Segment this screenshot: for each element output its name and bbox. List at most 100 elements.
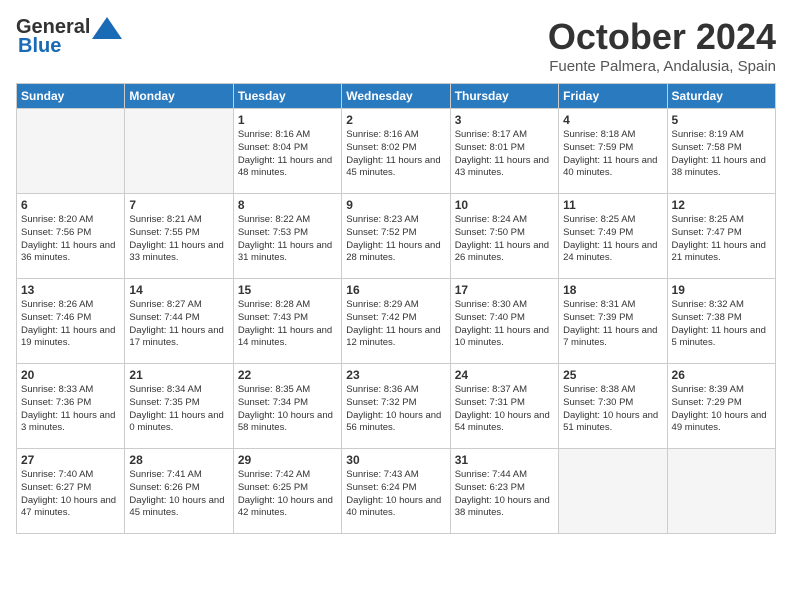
calendar-table: SundayMondayTuesdayWednesdayThursdayFrid… bbox=[16, 83, 776, 534]
day-info: Sunrise: 8:36 AM Sunset: 7:32 PM Dayligh… bbox=[346, 384, 445, 435]
day-cell: 6 Sunrise: 8:20 AM Sunset: 7:56 PM Daylig… bbox=[17, 194, 125, 279]
day-number: 12 bbox=[672, 198, 771, 212]
day-info: Sunrise: 8:16 AM Sunset: 8:02 PM Dayligh… bbox=[346, 129, 445, 180]
day-number: 15 bbox=[238, 283, 337, 297]
day-info: Sunrise: 8:31 AM Sunset: 7:39 PM Dayligh… bbox=[563, 299, 662, 350]
day-number: 17 bbox=[455, 283, 554, 297]
day-cell: 9 Sunrise: 8:23 AM Sunset: 7:52 PM Daylig… bbox=[342, 194, 450, 279]
day-info: Sunrise: 8:21 AM Sunset: 7:55 PM Dayligh… bbox=[129, 214, 228, 265]
week-row-1: 1Sunrise: 8:16 AM Sunset: 8:04 PM Daylig… bbox=[17, 109, 776, 194]
day-number: 3 bbox=[455, 113, 554, 127]
day-cell: 26 Sunrise: 8:39 AM Sunset: 7:29 PM Dayli… bbox=[667, 364, 775, 449]
day-cell: 28Sunrise: 7:41 AM Sunset: 6:26 PM Dayli… bbox=[125, 449, 233, 534]
logo-icon bbox=[92, 17, 122, 39]
day-info: Sunrise: 8:25 AM Sunset: 7:49 PM Dayligh… bbox=[563, 214, 662, 265]
day-cell: 20 Sunrise: 8:33 AM Sunset: 7:36 PM Dayli… bbox=[17, 364, 125, 449]
day-info: Sunrise: 8:30 AM Sunset: 7:40 PM Dayligh… bbox=[455, 299, 554, 350]
col-header-saturday: Saturday bbox=[667, 84, 775, 109]
day-info: Sunrise: 8:23 AM Sunset: 7:52 PM Dayligh… bbox=[346, 214, 445, 265]
day-number: 19 bbox=[672, 283, 771, 297]
day-number: 2 bbox=[346, 113, 445, 127]
day-cell: 13 Sunrise: 8:26 AM Sunset: 7:46 PM Dayli… bbox=[17, 279, 125, 364]
day-info: Sunrise: 8:25 AM Sunset: 7:47 PM Dayligh… bbox=[672, 214, 771, 265]
day-number: 18 bbox=[563, 283, 662, 297]
day-info: Sunrise: 8:39 AM Sunset: 7:29 PM Dayligh… bbox=[672, 384, 771, 435]
day-number: 30 bbox=[346, 453, 445, 467]
day-cell: 25 Sunrise: 8:38 AM Sunset: 7:30 PM Dayli… bbox=[559, 364, 667, 449]
day-cell: 2 Sunrise: 8:16 AM Sunset: 8:02 PM Daylig… bbox=[342, 109, 450, 194]
calendar-body: 1Sunrise: 8:16 AM Sunset: 8:04 PM Daylig… bbox=[17, 109, 776, 534]
day-cell: 3 Sunrise: 8:17 AM Sunset: 8:01 PM Daylig… bbox=[450, 109, 558, 194]
day-number: 24 bbox=[455, 368, 554, 382]
day-number: 10 bbox=[455, 198, 554, 212]
calendar-header: SundayMondayTuesdayWednesdayThursdayFrid… bbox=[17, 84, 776, 109]
day-info: Sunrise: 8:34 AM Sunset: 7:35 PM Dayligh… bbox=[129, 384, 228, 435]
day-info: Sunrise: 8:20 AM Sunset: 7:56 PM Dayligh… bbox=[21, 214, 120, 265]
week-row-5: 27 Sunrise: 7:40 AM Sunset: 6:27 PM Dayli… bbox=[17, 449, 776, 534]
day-info: Sunrise: 8:19 AM Sunset: 7:58 PM Dayligh… bbox=[672, 129, 771, 180]
day-cell: 31Sunrise: 7:44 AM Sunset: 6:23 PM Dayli… bbox=[450, 449, 558, 534]
day-cell: 11 Sunrise: 8:25 AM Sunset: 7:49 PM Dayli… bbox=[559, 194, 667, 279]
day-cell: 23 Sunrise: 8:36 AM Sunset: 7:32 PM Dayli… bbox=[342, 364, 450, 449]
col-header-sunday: Sunday bbox=[17, 84, 125, 109]
day-number: 25 bbox=[563, 368, 662, 382]
col-header-thursday: Thursday bbox=[450, 84, 558, 109]
day-info: Sunrise: 8:33 AM Sunset: 7:36 PM Dayligh… bbox=[21, 384, 120, 435]
day-cell: 29Sunrise: 7:42 AM Sunset: 6:25 PM Dayli… bbox=[233, 449, 341, 534]
day-info: Sunrise: 8:32 AM Sunset: 7:38 PM Dayligh… bbox=[672, 299, 771, 350]
day-cell bbox=[559, 449, 667, 534]
day-cell: 12 Sunrise: 8:25 AM Sunset: 7:47 PM Dayli… bbox=[667, 194, 775, 279]
day-cell bbox=[125, 109, 233, 194]
day-number: 9 bbox=[346, 198, 445, 212]
day-cell: 27 Sunrise: 7:40 AM Sunset: 6:27 PM Dayli… bbox=[17, 449, 125, 534]
logo-blue-text: Blue bbox=[18, 35, 61, 58]
day-cell: 10 Sunrise: 8:24 AM Sunset: 7:50 PM Dayli… bbox=[450, 194, 558, 279]
day-info: Sunrise: 7:41 AM Sunset: 6:26 PM Dayligh… bbox=[129, 469, 228, 520]
month-title: October 2024 bbox=[548, 16, 776, 58]
day-cell bbox=[17, 109, 125, 194]
page-header: General Blue October 2024 Fuente Palmera… bbox=[16, 16, 776, 75]
day-info: Sunrise: 7:40 AM Sunset: 6:27 PM Dayligh… bbox=[21, 469, 120, 520]
day-cell: 18 Sunrise: 8:31 AM Sunset: 7:39 PM Dayli… bbox=[559, 279, 667, 364]
day-info: Sunrise: 8:24 AM Sunset: 7:50 PM Dayligh… bbox=[455, 214, 554, 265]
day-number: 26 bbox=[672, 368, 771, 382]
day-number: 13 bbox=[21, 283, 120, 297]
day-info: Sunrise: 8:17 AM Sunset: 8:01 PM Dayligh… bbox=[455, 129, 554, 180]
day-info: Sunrise: 8:18 AM Sunset: 7:59 PM Dayligh… bbox=[563, 129, 662, 180]
day-cell bbox=[667, 449, 775, 534]
day-cell: 1Sunrise: 8:16 AM Sunset: 8:04 PM Daylig… bbox=[233, 109, 341, 194]
title-block: October 2024 Fuente Palmera, Andalusia, … bbox=[548, 16, 776, 75]
day-info: Sunrise: 8:38 AM Sunset: 7:30 PM Dayligh… bbox=[563, 384, 662, 435]
week-row-4: 20 Sunrise: 8:33 AM Sunset: 7:36 PM Dayli… bbox=[17, 364, 776, 449]
day-info: Sunrise: 7:43 AM Sunset: 6:24 PM Dayligh… bbox=[346, 469, 445, 520]
day-number: 6 bbox=[21, 198, 120, 212]
day-number: 29 bbox=[238, 453, 337, 467]
day-number: 16 bbox=[346, 283, 445, 297]
day-cell: 7Sunrise: 8:21 AM Sunset: 7:55 PM Daylig… bbox=[125, 194, 233, 279]
day-number: 14 bbox=[129, 283, 228, 297]
day-info: Sunrise: 8:27 AM Sunset: 7:44 PM Dayligh… bbox=[129, 299, 228, 350]
day-cell: 15Sunrise: 8:28 AM Sunset: 7:43 PM Dayli… bbox=[233, 279, 341, 364]
day-cell: 4 Sunrise: 8:18 AM Sunset: 7:59 PM Daylig… bbox=[559, 109, 667, 194]
day-cell: 19 Sunrise: 8:32 AM Sunset: 7:38 PM Dayli… bbox=[667, 279, 775, 364]
day-number: 27 bbox=[21, 453, 120, 467]
day-cell: 24 Sunrise: 8:37 AM Sunset: 7:31 PM Dayli… bbox=[450, 364, 558, 449]
day-info: Sunrise: 8:26 AM Sunset: 7:46 PM Dayligh… bbox=[21, 299, 120, 350]
day-number: 8 bbox=[238, 198, 337, 212]
day-cell: 30 Sunrise: 7:43 AM Sunset: 6:24 PM Dayli… bbox=[342, 449, 450, 534]
logo: General Blue bbox=[16, 16, 122, 58]
day-number: 5 bbox=[672, 113, 771, 127]
day-number: 20 bbox=[21, 368, 120, 382]
day-number: 31 bbox=[455, 453, 554, 467]
day-number: 1 bbox=[238, 113, 337, 127]
week-row-2: 6 Sunrise: 8:20 AM Sunset: 7:56 PM Daylig… bbox=[17, 194, 776, 279]
col-header-tuesday: Tuesday bbox=[233, 84, 341, 109]
day-info: Sunrise: 8:29 AM Sunset: 7:42 PM Dayligh… bbox=[346, 299, 445, 350]
day-number: 11 bbox=[563, 198, 662, 212]
day-cell: 14 Sunrise: 8:27 AM Sunset: 7:44 PM Dayli… bbox=[125, 279, 233, 364]
day-cell: 16 Sunrise: 8:29 AM Sunset: 7:42 PM Dayli… bbox=[342, 279, 450, 364]
day-info: Sunrise: 8:35 AM Sunset: 7:34 PM Dayligh… bbox=[238, 384, 337, 435]
day-number: 4 bbox=[563, 113, 662, 127]
day-info: Sunrise: 8:37 AM Sunset: 7:31 PM Dayligh… bbox=[455, 384, 554, 435]
day-number: 23 bbox=[346, 368, 445, 382]
